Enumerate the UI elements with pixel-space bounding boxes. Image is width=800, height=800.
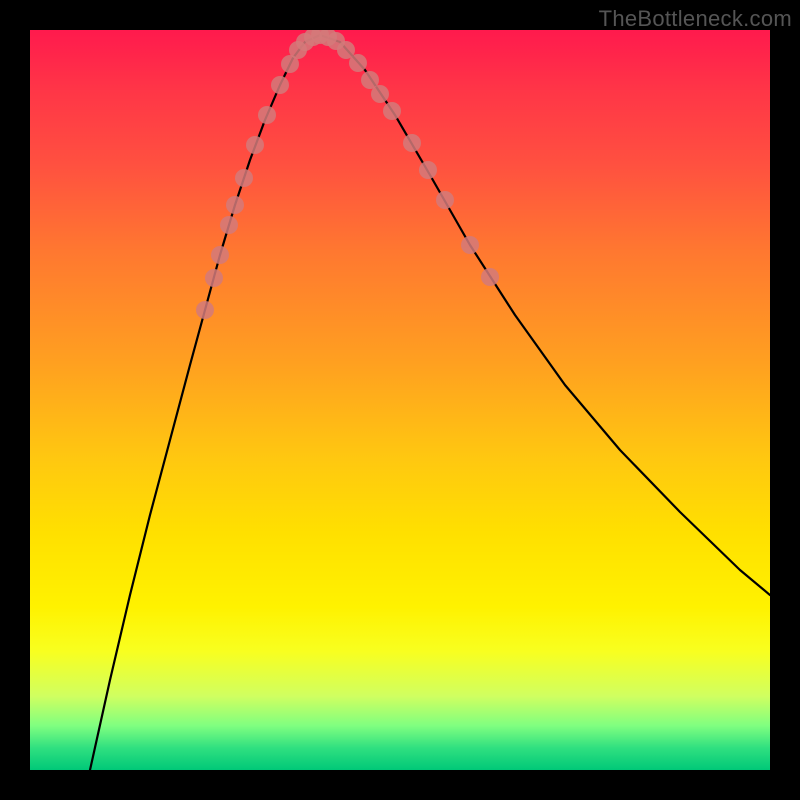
marker-dot	[258, 106, 276, 124]
chart-svg	[30, 30, 770, 770]
marker-dot	[220, 216, 238, 234]
marker-dot	[196, 301, 214, 319]
marker-dot	[481, 268, 499, 286]
marker-dot	[211, 246, 229, 264]
marker-dot	[436, 191, 454, 209]
chart-frame: TheBottleneck.com	[0, 0, 800, 800]
curve-line	[90, 35, 770, 770]
marker-dot	[403, 134, 421, 152]
plot-area	[30, 30, 770, 770]
watermark-text: TheBottleneck.com	[599, 6, 792, 32]
marker-dot	[461, 236, 479, 254]
curve-markers	[196, 30, 499, 319]
marker-dot	[383, 102, 401, 120]
marker-dot	[205, 269, 223, 287]
marker-dot	[235, 169, 253, 187]
marker-dot	[371, 85, 389, 103]
marker-dot	[226, 196, 244, 214]
marker-dot	[271, 76, 289, 94]
marker-dot	[246, 136, 264, 154]
marker-dot	[419, 161, 437, 179]
marker-dot	[349, 54, 367, 72]
